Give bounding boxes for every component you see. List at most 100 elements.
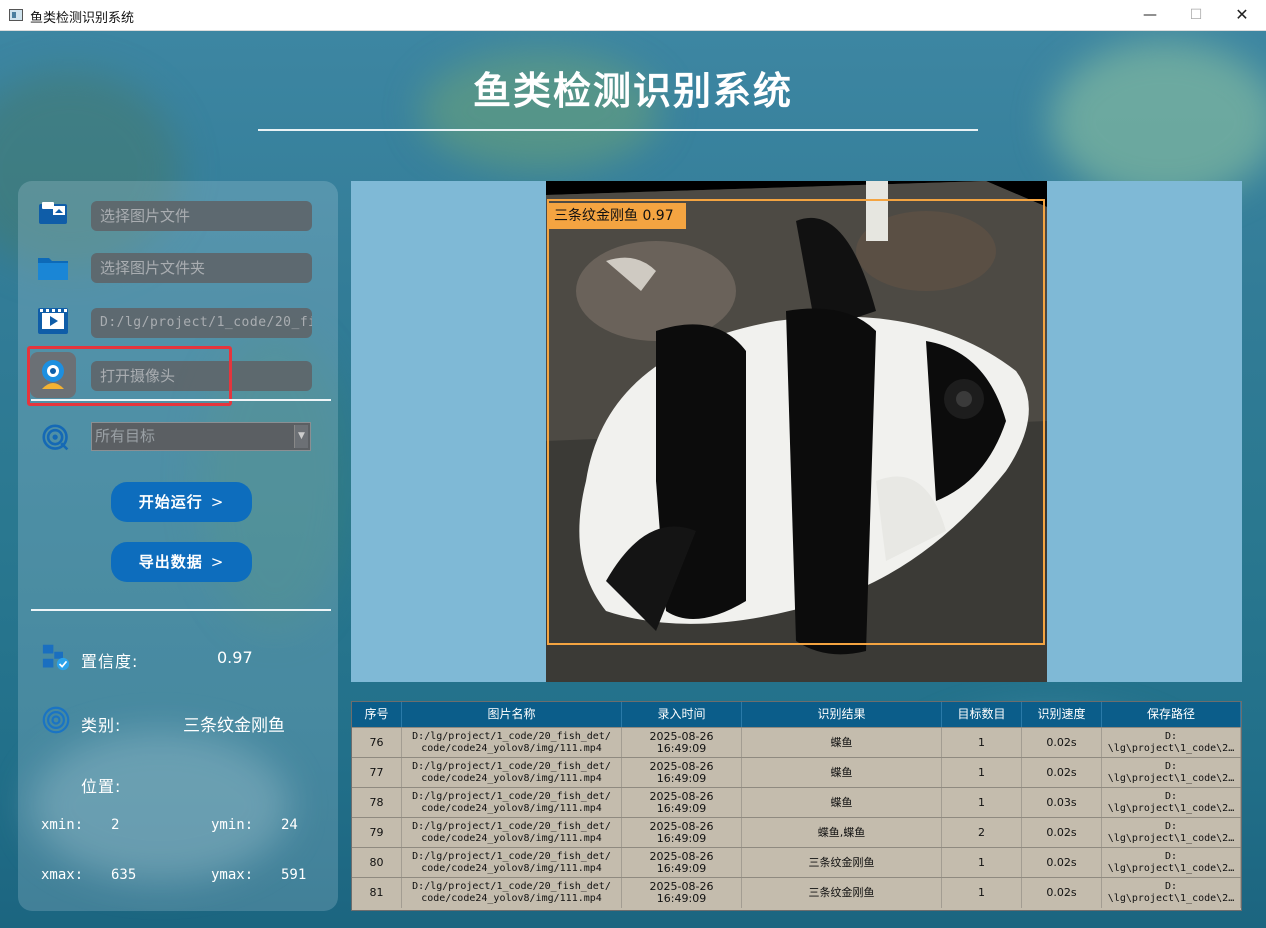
target-icon (42, 424, 69, 451)
table-cell: 1 (942, 728, 1022, 758)
export-button[interactable]: 导出数据 > (111, 542, 252, 582)
table-cell: 0.02s (1022, 878, 1102, 908)
table-cell: 2025-08-26 16:49:09 (622, 848, 742, 878)
ymin-label: ymin: (211, 817, 254, 833)
table-cell: D:/lg/project/1_code/20_fish_det/ code/c… (402, 788, 622, 818)
table-cell: 2025-08-26 16:49:09 (622, 878, 742, 908)
column-header[interactable]: 目标数目 (942, 702, 1022, 727)
xmin-value: 2 (111, 817, 120, 833)
confidence-icon (42, 644, 70, 671)
table-cell: 2025-08-26 16:49:09 (622, 758, 742, 788)
table-cell: 81 (352, 878, 402, 908)
class-value: 三条纹金刚鱼 (183, 716, 285, 736)
table-row[interactable]: 81 D:/lg/project/1_code/20_fish_det/ code… (352, 877, 1241, 908)
table-cell: 2025-08-26 16:49:09 (622, 788, 742, 818)
chevron-right-icon: > (210, 493, 225, 511)
table-cell: 79 (352, 818, 402, 848)
table-cell: D:/lg/project/1_code/20_fish_det/ code/c… (402, 848, 622, 878)
detection-box (547, 199, 1045, 645)
target-select[interactable]: 所有目标 ▼ (91, 422, 311, 451)
table-cell: 1 (942, 878, 1022, 908)
column-header[interactable]: 识别结果 (742, 702, 942, 727)
table-cell: 76 (352, 728, 402, 758)
confidence-label: 置信度: (81, 652, 139, 671)
table-cell: 0.03s (1022, 788, 1102, 818)
table-row[interactable]: 78 D:/lg/project/1_code/20_fish_det/ code… (352, 787, 1241, 818)
table-cell: 三条纹金刚鱼 (742, 848, 942, 878)
table-cell: 77 (352, 758, 402, 788)
minimize-button[interactable]: — (1127, 0, 1173, 31)
table-cell: D: \lg\project\1_code\2… (1102, 878, 1241, 908)
table-cell: 三条纹金刚鱼 (742, 878, 942, 908)
window-title: 鱼类检测识别系统 (30, 11, 135, 26)
start-button-label: 开始运行 (138, 493, 203, 511)
table-cell: 0.02s (1022, 848, 1102, 878)
image-folder-input[interactable]: 选择图片文件夹 (91, 253, 312, 283)
panel-divider (31, 399, 331, 401)
table-cell: 蝶鱼,蝶鱼 (742, 818, 942, 848)
table-cell: 2025-08-26 16:49:09 (622, 818, 742, 848)
table-cell: 0.02s (1022, 818, 1102, 848)
table-cell: D: \lg\project\1_code\2… (1102, 818, 1241, 848)
table-cell: 1 (942, 848, 1022, 878)
chevron-right-icon: > (210, 553, 225, 571)
close-button[interactable]: ✕ (1219, 0, 1265, 31)
table-cell: D:/lg/project/1_code/20_fish_det/ code/c… (402, 728, 622, 758)
column-header[interactable]: 保存路径 (1102, 702, 1241, 727)
table-cell: 0.02s (1022, 728, 1102, 758)
confidence-value: 0.97 (217, 648, 253, 667)
video-icon[interactable] (37, 307, 69, 335)
table-cell: 2025-08-26 16:49:09 (622, 728, 742, 758)
xmax-value: 635 (111, 867, 137, 883)
column-header[interactable]: 识别速度 (1022, 702, 1102, 727)
panel-divider (31, 609, 331, 611)
table-cell: D: \lg\project\1_code\2… (1102, 848, 1241, 878)
table-cell: 1 (942, 788, 1022, 818)
table-cell: 80 (352, 848, 402, 878)
table-row[interactable]: 79 D:/lg/project/1_code/20_fish_det/ code… (352, 817, 1241, 848)
table-row[interactable]: 80 D:/lg/project/1_code/20_fish_det/ code… (352, 847, 1241, 878)
class-icon (42, 706, 70, 734)
app-icon (9, 9, 23, 21)
highlight-box (27, 346, 232, 406)
ymax-label: ymax: (211, 867, 254, 883)
table-cell: 2 (942, 818, 1022, 848)
chevron-down-icon[interactable]: ▼ (294, 425, 308, 448)
table-cell: D: \lg\project\1_code\2… (1102, 788, 1241, 818)
table-cell: D:/lg/project/1_code/20_fish_det/ code/c… (402, 818, 622, 848)
class-label: 类别: (81, 716, 122, 735)
title-divider (258, 129, 978, 131)
table-header: 序号 图片名称 录入时间 识别结果 目标数目 识别速度 保存路径 (352, 702, 1241, 727)
table-cell: D: \lg\project\1_code\2… (1102, 758, 1241, 788)
ymax-value: 591 (281, 867, 307, 883)
table-row[interactable]: 76 D:/lg/project/1_code/20_fish_det/ code… (352, 727, 1241, 758)
image-file-input[interactable]: 选择图片文件 (91, 201, 312, 231)
table-cell: 1 (942, 758, 1022, 788)
xmin-label: xmin: (41, 817, 84, 833)
folder-icon[interactable] (37, 254, 69, 282)
column-header[interactable]: 录入时间 (622, 702, 742, 727)
column-header[interactable]: 序号 (352, 702, 402, 727)
detection-label: 三条纹金刚鱼 0.97 (548, 203, 686, 229)
ymin-value: 24 (281, 817, 298, 833)
table-cell: 蝶鱼 (742, 758, 942, 788)
table-cell: D:/lg/project/1_code/20_fish_det/ code/c… (402, 878, 622, 908)
table-cell: 78 (352, 788, 402, 818)
column-header[interactable]: 图片名称 (402, 702, 622, 727)
video-file-input[interactable]: D:/lg/project/1_code/20_fish_det/ (91, 308, 312, 338)
xmax-label: xmax: (41, 867, 84, 883)
window-titlebar: 鱼类检测识别系统 — ☐ ✕ (0, 0, 1266, 31)
image-file-icon[interactable] (37, 200, 69, 228)
maximize-button[interactable]: ☐ (1173, 0, 1219, 31)
table-cell: D:/lg/project/1_code/20_fish_det/ code/c… (402, 758, 622, 788)
table-cell: 0.02s (1022, 758, 1102, 788)
table-row[interactable]: 77 D:/lg/project/1_code/20_fish_det/ code… (352, 757, 1241, 788)
table-cell: 蝶鱼 (742, 788, 942, 818)
target-select-value: 所有目标 (95, 427, 156, 445)
page-title: 鱼类检测识别系统 (472, 69, 793, 113)
table-cell: 蝶鱼 (742, 728, 942, 758)
results-table[interactable]: 序号 图片名称 录入时间 识别结果 目标数目 识别速度 保存路径 76 D:/lg/proje… (351, 701, 1242, 911)
start-button[interactable]: 开始运行 > (111, 482, 252, 522)
export-button-label: 导出数据 (138, 553, 203, 571)
table-cell: D: \lg\project\1_code\2… (1102, 728, 1241, 758)
